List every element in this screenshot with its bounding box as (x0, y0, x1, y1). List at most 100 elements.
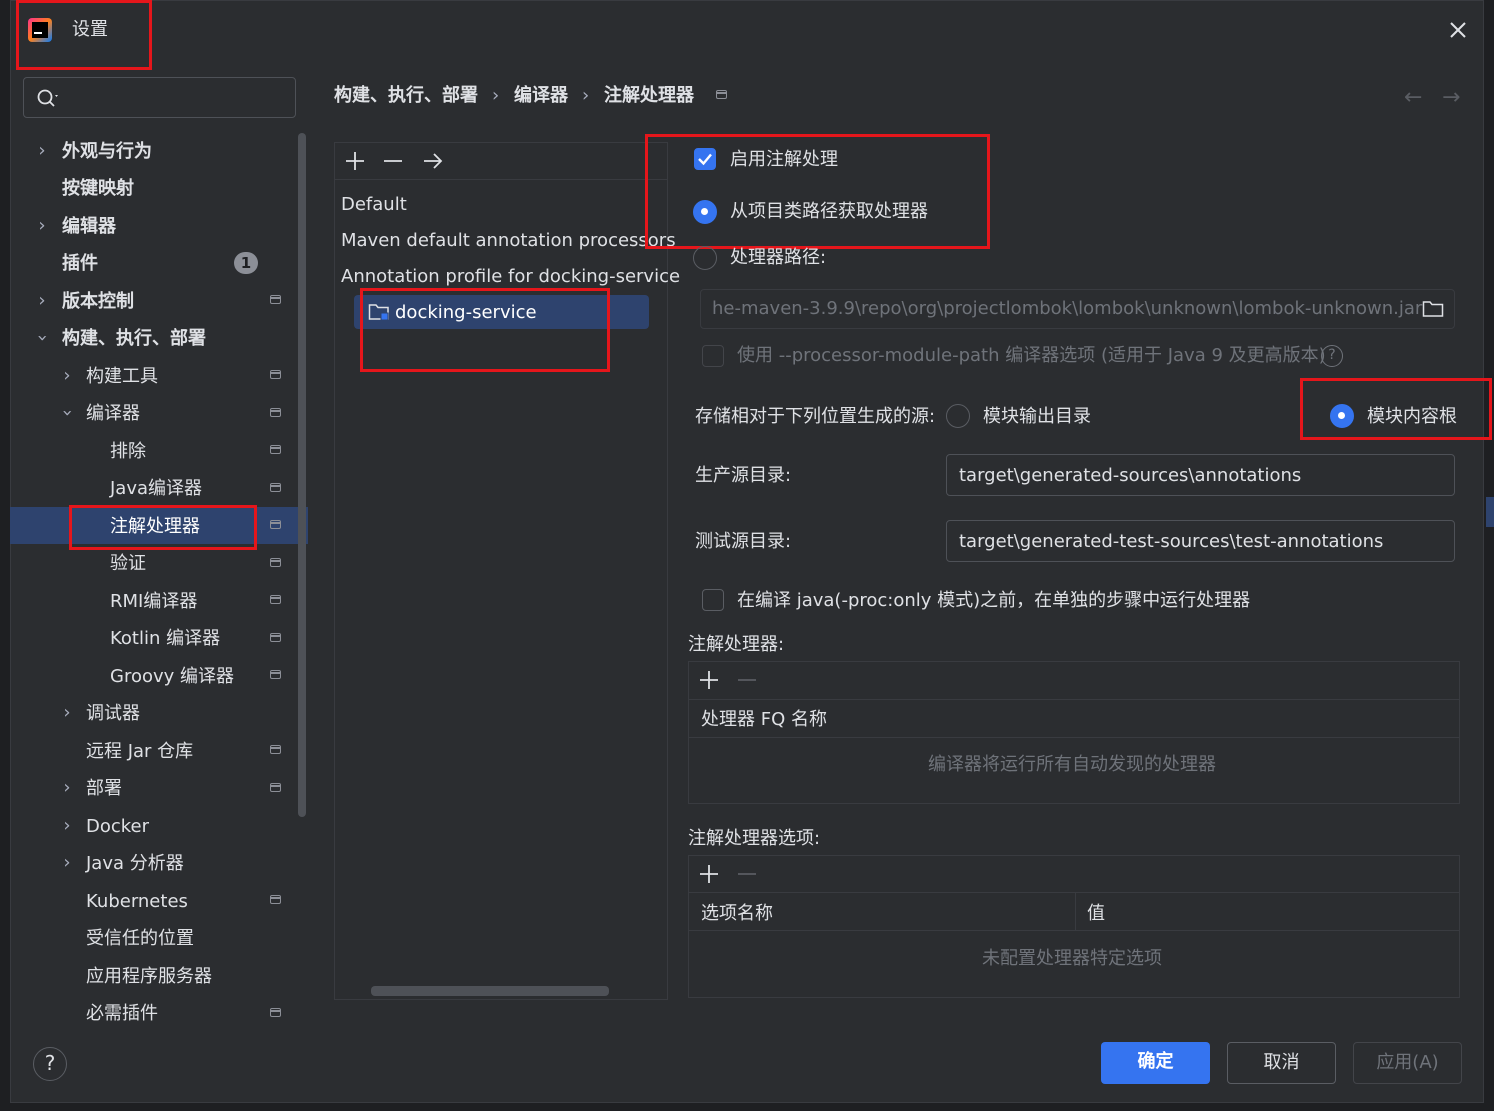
sidebar-item-docker[interactable]: Docker (86, 815, 149, 839)
chevron-down-icon[interactable]: › (30, 326, 54, 350)
breadcrumb-separator-icon: › (492, 85, 500, 106)
sidebar-item-vcs[interactable]: 版本控制 (62, 290, 134, 314)
breadcrumb-separator-icon: › (582, 85, 590, 106)
help-icon[interactable]: ? (1321, 345, 1343, 367)
sidebar-item-validation[interactable]: 验证 (110, 552, 146, 576)
project-scope-icon (270, 295, 281, 304)
sidebar-item-excludes[interactable]: 排除 (110, 440, 146, 464)
chevron-right-icon[interactable]: › (55, 814, 79, 838)
processors-header-divider (688, 737, 1460, 738)
chevron-right-icon[interactable]: › (55, 364, 79, 388)
processor-path-radio[interactable] (693, 246, 717, 270)
remove-option-icon[interactable] (736, 863, 758, 885)
test-dir-value: target\generated-test-sources\test-annot… (959, 531, 1384, 552)
project-scope-icon (270, 895, 281, 904)
forward-arrow-icon[interactable]: → (1442, 86, 1460, 110)
back-arrow-icon[interactable]: ← (1404, 86, 1422, 110)
processors-table (688, 661, 1460, 804)
sidebar-item-plugins[interactable]: 插件 (62, 252, 98, 276)
background-editor-edge (0, 0, 10, 1111)
sidebar-item-app-servers[interactable]: 应用程序服务器 (86, 965, 212, 989)
project-scope-icon (270, 633, 281, 642)
sidebar-item-appearance[interactable]: 外观与行为 (62, 140, 152, 164)
folder-browse-icon[interactable] (1422, 298, 1444, 320)
sidebar-item-java-compiler[interactable]: Java编译器 (110, 477, 202, 501)
sidebar-item-required-plugins[interactable]: 必需插件 (86, 1002, 158, 1026)
options-empty-text: 未配置处理器特定选项 (982, 948, 1162, 969)
cancel-button[interactable]: 取消 (1227, 1042, 1336, 1084)
sidebar-item-compiler[interactable]: 编译器 (86, 402, 140, 426)
remove-processor-icon[interactable] (736, 669, 758, 691)
processor-path-value: he-maven-3.9.9\repo\org\projectlombok\lo… (712, 298, 1423, 319)
options-table (688, 855, 1460, 998)
module-path-label: 使用 --processor-module-path 编译器选项 (适用于 Ja… (737, 345, 1326, 366)
help-button-icon[interactable]: ? (33, 1047, 67, 1081)
add-option-icon[interactable] (698, 863, 720, 885)
options-toolbar-divider (688, 892, 1460, 893)
test-dir-input[interactable]: target\generated-test-sources\test-annot… (946, 520, 1455, 562)
separate-step-label: 在编译 java(-proc:only 模式)之前，在单独的步骤中运行处理器 (737, 590, 1251, 611)
chevron-right-icon[interactable]: › (55, 701, 79, 725)
chevron-right-icon[interactable]: › (55, 851, 79, 875)
sidebar-item-kubernetes[interactable]: Kubernetes (86, 890, 188, 914)
breadcrumb-item-build[interactable]: 构建、执行、部署 (334, 84, 478, 108)
options-column-name: 选项名称 (701, 903, 773, 924)
breadcrumb-item-annotation: 注解处理器 (604, 85, 694, 106)
sidebar-item-build[interactable]: 构建、执行、部署 (62, 327, 206, 351)
close-icon[interactable] (1446, 18, 1470, 42)
processors-title: 注解处理器: (688, 634, 785, 655)
chevron-down-icon[interactable]: › (55, 401, 79, 425)
module-path-checkbox[interactable] (702, 345, 724, 367)
remove-profile-icon[interactable] (382, 150, 404, 172)
profiles-horizontal-scrollbar[interactable] (371, 986, 609, 996)
processors-column-header: 处理器 FQ 名称 (701, 709, 827, 730)
project-scope-icon (270, 595, 281, 604)
sidebar-item-trusted-locations[interactable]: 受信任的位置 (86, 927, 194, 951)
options-header-divider (688, 930, 1460, 931)
chevron-right-icon[interactable]: › (55, 776, 79, 800)
store-label: 存储相对于下列位置生成的源: (695, 406, 936, 427)
processor-path-input[interactable]: he-maven-3.9.9\repo\org\projectlombok\lo… (700, 289, 1455, 329)
ok-button[interactable]: 确定 (1101, 1042, 1210, 1084)
sidebar-item-remote-jar[interactable]: 远程 Jar 仓库 (86, 740, 193, 764)
sidebar-item-java-profiler[interactable]: Java 分析器 (86, 852, 184, 876)
sidebar-item-build-tools[interactable]: 构建工具 (86, 365, 158, 389)
prod-dir-label: 生产源目录: (695, 465, 792, 486)
add-processor-icon[interactable] (698, 669, 720, 691)
sidebar-scrollbar[interactable] (298, 133, 306, 817)
highlight-module (360, 288, 610, 372)
module-output-radio[interactable] (946, 404, 970, 428)
options-title: 注解处理器选项: (688, 828, 821, 849)
highlight-title (16, 0, 152, 70)
separate-step-checkbox[interactable] (702, 589, 724, 611)
move-profile-icon[interactable] (422, 150, 444, 172)
chevron-right-icon[interactable]: › (30, 289, 54, 313)
project-scope-icon (716, 90, 727, 99)
background-editor-edge-right (1484, 0, 1494, 1111)
profile-item-docking-service[interactable]: Annotation profile for docking-service (341, 265, 680, 289)
highlight-enable-options (645, 134, 990, 249)
project-scope-icon (270, 670, 281, 679)
apply-button[interactable]: 应用(A) (1353, 1042, 1462, 1084)
profile-item-default[interactable]: Default (341, 193, 407, 217)
sidebar-item-debugger[interactable]: 调试器 (86, 702, 140, 726)
project-scope-icon (270, 520, 281, 529)
add-profile-icon[interactable] (344, 150, 366, 172)
chevron-right-icon[interactable]: › (30, 214, 54, 238)
project-scope-icon (270, 483, 281, 492)
sidebar-item-keymap[interactable]: 按键映射 (62, 177, 134, 201)
prod-dir-input[interactable]: target\generated-sources\annotations (946, 454, 1455, 496)
sidebar-item-deployment[interactable]: 部署 (86, 777, 122, 801)
options-column-value: 值 (1087, 903, 1105, 924)
project-scope-icon (270, 745, 281, 754)
processor-path-label: 处理器路径: (730, 247, 827, 268)
breadcrumb-item-compiler[interactable]: 编译器 (514, 84, 568, 108)
sidebar-item-groovy-compiler[interactable]: Groovy 编译器 (110, 665, 234, 689)
profile-item-maven-default[interactable]: Maven default annotation processors (341, 229, 676, 253)
chevron-right-icon[interactable]: › (30, 139, 54, 163)
sidebar-item-editor[interactable]: 编辑器 (62, 215, 116, 239)
sidebar-item-rmi-compiler[interactable]: RMI编译器 (110, 590, 197, 614)
sidebar-item-kotlin-compiler[interactable]: Kotlin 编译器 (110, 627, 220, 651)
search-input[interactable] (23, 77, 296, 118)
background-scroll-marker (1486, 497, 1494, 527)
